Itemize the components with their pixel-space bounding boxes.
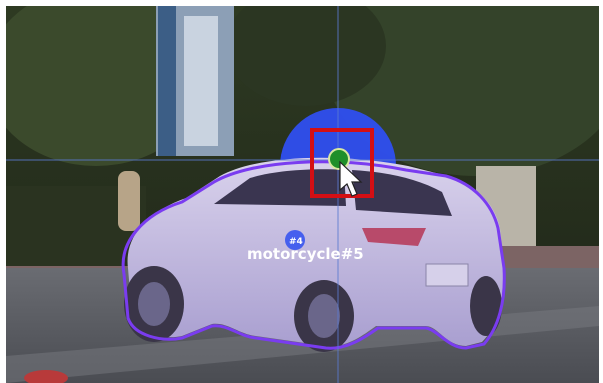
annotation-label: motorcycle#5: [247, 245, 364, 263]
circle-center-handle[interactable]: [328, 148, 350, 170]
canvas-svg: #4 motorcycle#5: [6, 6, 599, 383]
pedestrian: [118, 171, 140, 231]
car-wheel-rim: [138, 282, 170, 326]
license-plate: [425, 263, 469, 287]
car-wheel: [470, 276, 502, 336]
image-canvas[interactable]: #4 motorcycle#5: [6, 6, 599, 383]
annotation-frame: #4 motorcycle#5: [0, 0, 603, 383]
car-wheel-rim: [308, 294, 340, 338]
signboard-stripe: [158, 6, 176, 156]
signboard-panel: [184, 16, 218, 146]
